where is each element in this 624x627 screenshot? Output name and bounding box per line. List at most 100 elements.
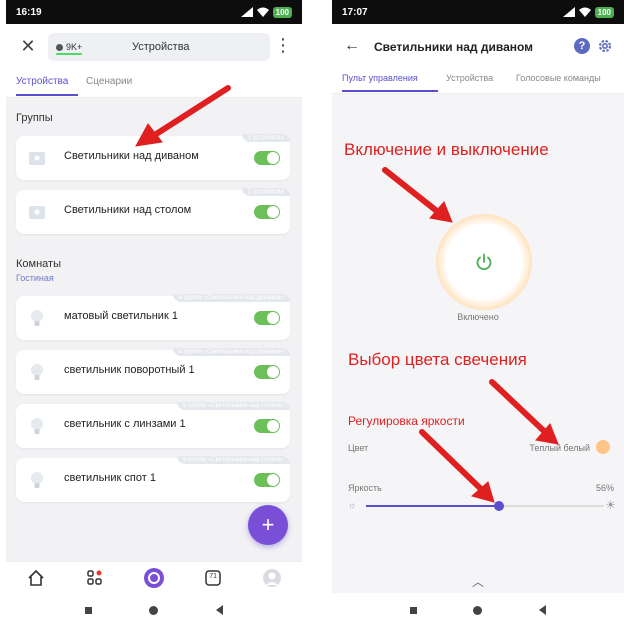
app-header: ← Светильники над диваном ?: [332, 24, 624, 70]
gear-icon[interactable]: [596, 37, 614, 55]
active-tab-indicator: [342, 90, 438, 92]
tab-remote-control[interactable]: Пульт управления: [342, 73, 418, 83]
avatar[interactable]: [261, 567, 283, 589]
group-membership-badge: в группе «Светильники над столом»: [177, 402, 290, 410]
page-title: Светильники над диваном: [374, 40, 534, 54]
app-header: ✕ 9K+ Устройства ⋮: [6, 24, 302, 70]
group-card-sofa-lights[interactable]: 2 устройства Светильники над диваном: [16, 134, 290, 180]
room-name[interactable]: Гостиная: [16, 273, 54, 283]
recent-apps-icon[interactable]: [410, 606, 418, 614]
group-membership-badge: в группе «Светильники над диваном»: [172, 348, 290, 356]
device-count-badge: 2 устройства: [242, 134, 290, 142]
device-card[interactable]: в группе «Светильники над столом» светил…: [16, 456, 290, 502]
device-name: светильник спот 1: [64, 472, 156, 484]
lamp-group-icon: [29, 152, 45, 165]
power-toggle[interactable]: [254, 205, 280, 219]
recent-apps-icon[interactable]: [84, 606, 92, 614]
toggle-knob: [267, 366, 279, 378]
left-phone-screen: 16:19 100 ✕ 9K+ Устройства ⋮ Устройства …: [6, 0, 302, 627]
power-toggle[interactable]: [254, 473, 280, 487]
tab-devices[interactable]: Устройства: [446, 73, 493, 83]
system-navigation-bar: [332, 593, 624, 627]
tab-voice-commands[interactable]: Голосовые команды: [516, 73, 601, 83]
signal-icon: [562, 7, 575, 17]
dim-sun-icon: ☼: [348, 500, 357, 510]
more-menu-icon[interactable]: ⋮: [274, 36, 292, 54]
brightness-slider-fill: [366, 505, 500, 507]
device-card[interactable]: в группе «Светильники над столом» светил…: [16, 402, 290, 448]
account-underline: [56, 53, 83, 55]
device-card[interactable]: в группе «Светильники над диваном» свети…: [16, 348, 290, 394]
toggle-knob: [267, 206, 279, 218]
devices-icon[interactable]: [84, 567, 106, 589]
account-badge[interactable]: 9K+: [56, 42, 83, 55]
calendar-icon[interactable]: 71: [202, 567, 224, 589]
add-device-button[interactable]: +: [248, 505, 288, 545]
expand-chevron-icon[interactable]: ︿: [332, 573, 624, 593]
toggle-knob: [267, 420, 279, 432]
color-value[interactable]: Теплый белый: [529, 443, 590, 453]
back-icon[interactable]: [538, 605, 546, 615]
help-icon[interactable]: ?: [574, 38, 590, 54]
power-icon: [476, 253, 492, 271]
home-icon[interactable]: [25, 567, 47, 589]
alice-icon[interactable]: [143, 567, 165, 589]
power-toggle[interactable]: [254, 419, 280, 433]
tab-scenarios[interactable]: Сценарии: [86, 76, 132, 87]
brightness-value: 56%: [595, 483, 614, 493]
brightness-slider[interactable]: [366, 501, 604, 511]
power-toggle[interactable]: [254, 151, 280, 165]
back-arrow-icon[interactable]: ←: [344, 38, 360, 54]
system-navigation-bar: [6, 593, 302, 627]
brightness-slider-thumb[interactable]: [494, 501, 505, 511]
power-button[interactable]: [452, 230, 516, 294]
status-bar: 17:07 100: [332, 0, 624, 24]
active-tab-indicator: [16, 94, 78, 96]
control-panel: Включение и выключение Включено Выбор цв…: [332, 94, 624, 593]
power-toggle[interactable]: [254, 311, 280, 325]
home-button-icon[interactable]: [473, 605, 483, 615]
color-label: Цвет: [348, 443, 369, 453]
toggle-knob: [267, 152, 279, 164]
page-title: Устройства: [132, 41, 190, 53]
battery-icon: 100: [594, 6, 614, 18]
group-membership-badge: в группе «Светильники над столом»: [177, 456, 290, 464]
tab-bar: Устройства Сценарии: [6, 70, 302, 98]
wifi-icon: [256, 7, 269, 17]
status-bar: 16:19 100: [6, 0, 302, 24]
tab-devices[interactable]: Устройства: [16, 76, 68, 87]
power-toggle[interactable]: [254, 365, 280, 379]
close-icon[interactable]: ✕: [18, 36, 38, 56]
address-bar[interactable]: 9K+ Устройства: [48, 33, 270, 61]
device-name: светильник с линзами 1: [64, 418, 186, 430]
device-count-badge: 2 устройства: [242, 188, 290, 196]
group-card-table-lights[interactable]: 2 устройства Светильники над столом: [16, 188, 290, 234]
battery-icon: 100: [272, 6, 292, 18]
account-badge-count: 9K+: [66, 42, 83, 52]
lamp-group-icon: [29, 206, 45, 219]
devices-list: Группы 2 устройства Светильники над дива…: [6, 98, 302, 561]
home-button-icon[interactable]: [149, 605, 159, 615]
bottom-navigation: 71: [6, 561, 302, 593]
bright-sun-icon: ☀: [605, 498, 616, 512]
color-swatch[interactable]: [596, 440, 610, 454]
brightness-label: Яркость: [348, 483, 382, 493]
back-icon[interactable]: [216, 605, 224, 615]
lightbulb-icon: [31, 310, 43, 326]
status-icons: 100: [240, 6, 292, 18]
status-time: 17:07: [342, 6, 368, 18]
lightbulb-icon: [31, 418, 43, 434]
group-name: Светильники над диваном: [64, 150, 199, 162]
account-dot-icon: [56, 44, 63, 51]
annotation-brightness: Регулировка яркости: [348, 414, 465, 428]
device-card[interactable]: в группе «Светильники над диваном» матов…: [16, 294, 290, 340]
lightbulb-icon: [31, 364, 43, 380]
right-phone-screen: 17:07 100 ← Светильники над диваном ? Пу…: [332, 0, 624, 627]
wifi-icon: [578, 7, 591, 17]
status-icons: 100: [562, 6, 614, 18]
group-membership-badge: в группе «Светильники над диваном»: [172, 294, 290, 302]
tab-bar: Пульт управления Устройства Голосовые ко…: [332, 70, 624, 94]
toggle-knob: [267, 312, 279, 324]
group-name: Светильники над столом: [64, 204, 192, 216]
annotation-color: Выбор цвета свечения: [348, 350, 527, 369]
